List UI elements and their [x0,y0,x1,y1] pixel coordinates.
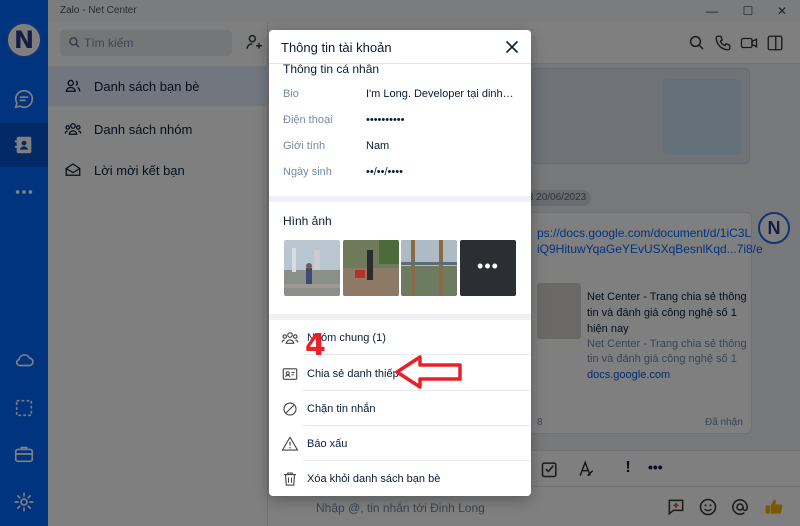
block-messages-action[interactable]: Chặn tin nhắn [269,391,531,426]
red-arrow-annotation [395,355,462,389]
field-label: Bio [283,88,299,100]
field-value: •••••••••• [366,114,405,126]
photos-heading: Hình ảnh [283,214,332,228]
bio-row: Bio I'm Long. Developer tại dinhlo... [283,88,519,108]
field-value: ••/••/•••• [366,166,403,178]
photo-image [401,240,457,296]
trash-icon [284,471,296,486]
gender-row: Giới tính Nam [283,140,519,160]
field-value: Nam [366,140,390,152]
account-info-dialog: Thông tin tài khoản Thông tin cá nhân Bi… [269,30,531,496]
field-label: Điện thoại [283,114,333,126]
dialog-header: Thông tin tài khoản [269,30,531,64]
photo-image [343,240,399,296]
action-label: Chặn tin nhắn [307,402,376,415]
photo-thumbnail[interactable] [343,240,399,296]
field-label: Giới tính [283,140,326,152]
field-label: Ngày sinh [283,166,332,178]
birthday-row: Ngày sinh ••/••/•••• [283,166,519,186]
dialog-title: Thông tin tài khoản [281,40,392,55]
action-label: Báo xấu [307,437,348,450]
action-label: Xóa khỏi danh sách bạn bè [307,472,441,485]
personal-info-heading: Thông tin cá nhân [283,62,380,76]
block-icon [283,401,297,416]
report-action[interactable]: Báo xấu [269,426,531,461]
photo-thumbnail[interactable] [401,240,457,296]
close-icon[interactable] [505,40,519,54]
photo-image [284,240,340,296]
remove-friend-action[interactable]: Xóa khỏi danh sách bạn bè [269,461,531,496]
more-photos-button[interactable]: ••• [460,240,516,296]
contact-card-icon [282,367,298,380]
phone-row: Điện thoại •••••••••• [283,114,519,134]
action-label: Chia sẻ danh thiếp [307,367,399,380]
field-value: I'm Long. Developer tại dinhlo... [366,88,516,100]
section-divider [269,196,531,202]
group-icon [281,331,299,344]
step-number-annotation: 4 [305,328,326,363]
photo-thumbnail[interactable] [284,240,340,296]
more-photos-label: ••• [477,256,499,276]
warning-icon [281,436,299,451]
